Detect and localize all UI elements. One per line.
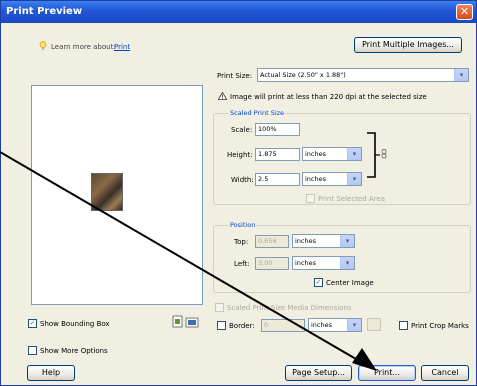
annotation-arrow <box>0 151 377 371</box>
